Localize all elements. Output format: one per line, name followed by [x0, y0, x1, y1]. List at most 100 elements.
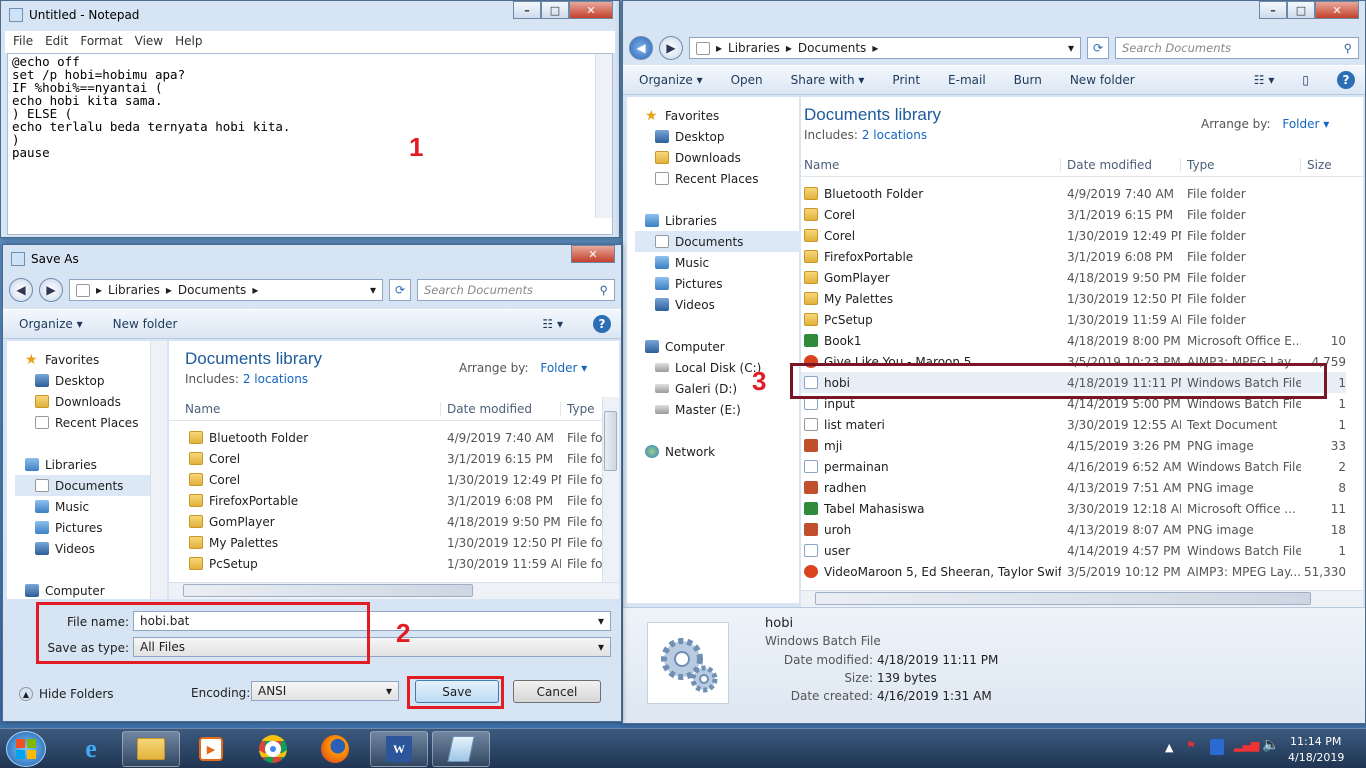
table-row[interactable]: Corel 1/30/2019 12:49 PM File folder	[801, 225, 1346, 246]
new-folder-button[interactable]: New folder	[1070, 73, 1135, 87]
nav-downloads[interactable]: Downloads	[645, 147, 799, 168]
search-input[interactable]: Search Documents ⚲	[417, 279, 615, 301]
table-row[interactable]: FirefoxPortable 3/1/2019 6:08 PM File fol	[169, 490, 603, 511]
scrollbar-thumb[interactable]	[604, 411, 617, 471]
table-row[interactable]: permainan 4/16/2019 6:52 AM Windows Batch …	[801, 456, 1346, 477]
table-row[interactable]: list materi 3/30/2019 12:55 AM Text Docume…	[801, 414, 1346, 435]
maximize-button[interactable]: □	[1287, 1, 1315, 19]
breadcrumb[interactable]: ▸ Libraries ▸ Documents ▸ ▾	[69, 279, 383, 301]
nav-drive-c[interactable]: Local Disk (C:)	[645, 357, 799, 378]
forward-button[interactable]: ▶	[659, 36, 683, 60]
breadcrumb[interactable]: ▸ Libraries ▸ Documents ▸ ▾	[689, 37, 1081, 59]
table-row[interactable]: Corel 3/1/2019 6:15 PM File fol	[169, 448, 603, 469]
nav-drive-d[interactable]: Galeri (D:)	[645, 378, 799, 399]
column-date-modified[interactable]: Date modified	[1061, 157, 1181, 172]
print-button[interactable]: Print	[892, 73, 920, 87]
nav-pictures[interactable]: Pictures	[645, 273, 799, 294]
menu-file[interactable]: File	[13, 34, 33, 50]
nav-libraries[interactable]: Libraries	[25, 454, 167, 475]
column-size[interactable]: Size	[1301, 158, 1361, 172]
nav-documents[interactable]: Documents	[635, 231, 803, 252]
nav-desktop[interactable]: Desktop	[645, 126, 799, 147]
table-row[interactable]: VideoMaroon 5, Ed Sheeran, Taylor Swift,…	[801, 561, 1346, 582]
table-row[interactable]: Book1 4/18/2019 8:00 PM Microsoft Office E…	[801, 330, 1346, 351]
file-horizontal-scrollbar[interactable]	[169, 582, 619, 599]
table-row[interactable]: Tabel Mahasiswa 3/30/2019 12:18 AM Microso…	[801, 498, 1346, 519]
back-button[interactable]: ◀	[629, 36, 653, 60]
network-tray-icon[interactable]	[1210, 739, 1224, 755]
notepad-text-area[interactable]: @echo off set /p hobi=hobimu apa? IF %ho…	[7, 53, 613, 235]
nav-favorites[interactable]: ★ Favorites	[25, 349, 167, 370]
taskbar-word[interactable]: W	[370, 731, 428, 767]
help-icon[interactable]: ?	[1337, 71, 1355, 89]
nav-music[interactable]: Music	[25, 496, 167, 517]
minimize-button[interactable]: –	[513, 1, 541, 19]
action-center-icon[interactable]: ⚑	[1186, 739, 1196, 752]
minimize-button[interactable]: –	[1259, 1, 1287, 19]
table-row[interactable]: Corel 3/1/2019 6:15 PM File folder	[801, 204, 1346, 225]
maximize-button[interactable]: □	[541, 1, 569, 19]
table-row[interactable]: GomPlayer 4/18/2019 9:50 PM File folder	[801, 267, 1346, 288]
table-row[interactable]: My Palettes 1/30/2019 12:50 PM File fol	[169, 532, 603, 553]
taskbar-firefox[interactable]	[306, 731, 364, 767]
organize-button[interactable]: Organize ▾	[19, 317, 83, 331]
table-row[interactable]: PcSetup 1/30/2019 11:59 AM File fol	[169, 553, 603, 574]
new-folder-button[interactable]: New folder	[113, 317, 178, 331]
nav-desktop[interactable]: Desktop	[25, 370, 167, 391]
chevron-down-icon[interactable]: ▾	[598, 614, 604, 628]
menu-format[interactable]: Format	[80, 34, 122, 50]
volume-tray-icon[interactable]: 🔈	[1262, 737, 1279, 753]
help-icon[interactable]: ?	[593, 315, 611, 333]
nav-documents[interactable]: Documents	[15, 475, 153, 496]
column-type[interactable]: Type	[561, 402, 603, 416]
locations-link[interactable]: 2 locations	[243, 372, 308, 386]
column-name[interactable]: Name	[801, 157, 1061, 172]
table-row[interactable]: uroh 4/13/2019 8:07 AM PNG image 18	[801, 519, 1346, 540]
column-type[interactable]: Type	[1181, 157, 1301, 172]
menu-view[interactable]: View	[135, 34, 163, 50]
burn-button[interactable]: Burn	[1014, 73, 1042, 87]
refresh-button[interactable]: ⟳	[389, 279, 411, 301]
show-hidden-icons[interactable]: ▲	[1165, 741, 1173, 754]
cancel-button[interactable]: Cancel	[513, 680, 601, 703]
nav-favorites[interactable]: ★ Favorites	[645, 105, 799, 126]
taskbar-notepad[interactable]	[432, 731, 490, 767]
start-button[interactable]	[6, 731, 46, 767]
scrollbar-thumb[interactable]	[815, 592, 1311, 605]
table-row[interactable]: Bluetooth Folder 4/9/2019 7:40 AM File fol	[169, 427, 603, 448]
preview-pane-icon[interactable]: ▯	[1302, 73, 1309, 87]
encoding-select[interactable]: ANSI ▾	[251, 681, 399, 701]
breadcrumb-documents[interactable]: Documents	[798, 41, 866, 55]
taskbar-internet-explorer[interactable]: e	[62, 731, 120, 767]
table-row[interactable]: FirefoxPortable 3/1/2019 6:08 PM File fold…	[801, 246, 1346, 267]
nav-recent-places[interactable]: Recent Places	[645, 168, 799, 189]
nav-videos[interactable]: Videos	[25, 538, 167, 559]
nav-vertical-scrollbar[interactable]	[150, 341, 167, 599]
close-button[interactable]: ✕	[569, 1, 613, 19]
nav-computer[interactable]: Computer	[645, 336, 799, 357]
notepad-vertical-scrollbar[interactable]	[595, 54, 612, 218]
breadcrumb-libraries[interactable]: Libraries	[728, 41, 780, 55]
table-row[interactable]: GomPlayer 4/18/2019 9:50 PM File fol	[169, 511, 603, 532]
arrange-by-dropdown[interactable]: Folder	[1282, 117, 1319, 131]
arrange-by-dropdown[interactable]: Folder	[540, 361, 577, 375]
taskbar-chrome[interactable]	[244, 731, 302, 767]
file-vertical-scrollbar[interactable]	[602, 397, 619, 582]
nav-recent-places[interactable]: Recent Places	[25, 412, 167, 433]
breadcrumb-libraries[interactable]: Libraries	[108, 283, 160, 297]
column-date-modified[interactable]: Date modified	[441, 401, 561, 416]
table-row[interactable]: mji 4/15/2019 3:26 PM PNG image 33	[801, 435, 1346, 456]
table-row[interactable]: user 4/14/2019 4:57 PM Windows Batch File 1	[801, 540, 1346, 561]
nav-libraries[interactable]: Libraries	[645, 210, 799, 231]
column-name[interactable]: Name	[169, 401, 441, 416]
email-button[interactable]: E-mail	[948, 73, 986, 87]
views-icon[interactable]: ☷ ▾	[1254, 73, 1275, 87]
back-button[interactable]: ◀	[9, 278, 33, 302]
table-row[interactable]: radhen 4/13/2019 7:51 AM PNG image 8	[801, 477, 1346, 498]
nav-computer[interactable]: Computer	[25, 580, 167, 599]
nav-pictures[interactable]: Pictures	[25, 517, 167, 538]
taskbar-file-explorer[interactable]	[122, 731, 180, 767]
search-input[interactable]: Search Documents ⚲	[1115, 37, 1359, 59]
clock-date[interactable]: 4/18/2019	[1288, 751, 1344, 764]
table-row[interactable]: PcSetup 1/30/2019 11:59 AM File folder	[801, 309, 1346, 330]
